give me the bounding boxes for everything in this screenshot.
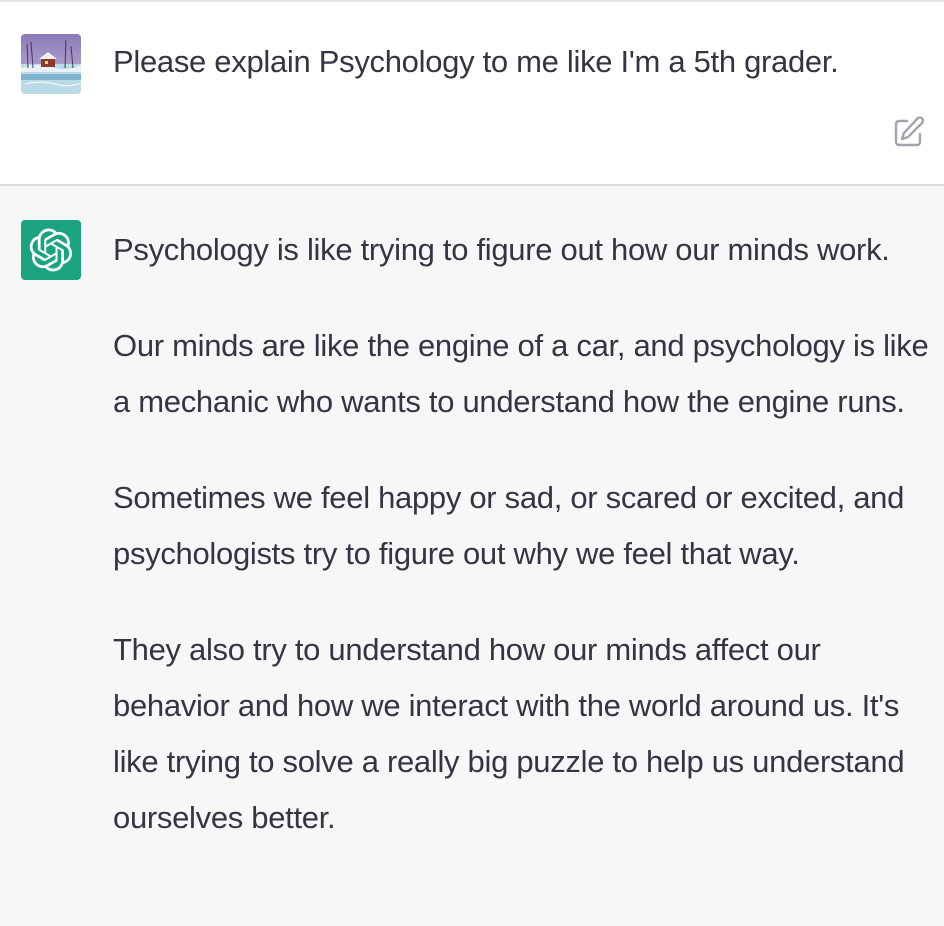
openai-logo-icon bbox=[29, 228, 73, 272]
assistant-paragraph: Sometimes we feel happy or sad, or scare… bbox=[113, 480, 905, 571]
user-message-block: Please explain Psychology to me like I'm… bbox=[0, 0, 944, 186]
edit-icon[interactable] bbox=[892, 115, 926, 149]
assistant-paragraph: They also try to understand how our mind… bbox=[113, 632, 905, 835]
assistant-message-text: Psychology is like trying to figure out … bbox=[113, 222, 941, 886]
assistant-avatar bbox=[21, 220, 81, 280]
winter-landscape-avatar-icon bbox=[21, 34, 81, 94]
assistant-paragraph: Our minds are like the engine of a car, … bbox=[113, 328, 929, 419]
assistant-message-block: Psychology is like trying to figure out … bbox=[0, 186, 944, 926]
assistant-paragraph: Psychology is like trying to figure out … bbox=[113, 232, 890, 267]
user-message-text: Please explain Psychology to me like I'm… bbox=[113, 44, 839, 79]
user-avatar bbox=[21, 34, 81, 94]
